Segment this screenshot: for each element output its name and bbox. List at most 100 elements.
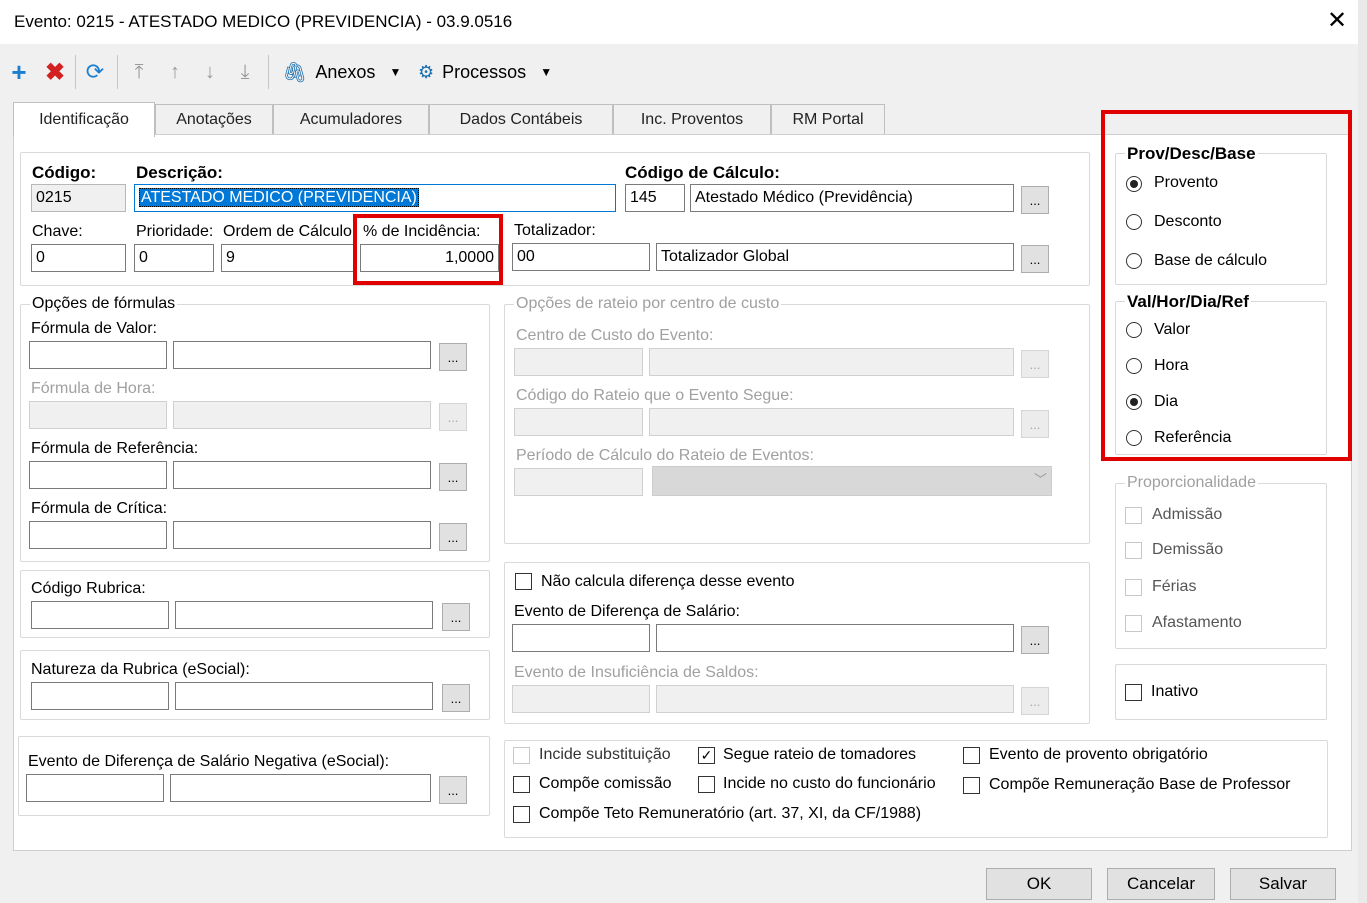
insuficiencia-label: Evento de Insuficiência de Saldos:	[514, 664, 759, 681]
incide-custo-checkbox[interactable]	[698, 776, 715, 793]
prioridade-label: Prioridade:	[136, 223, 214, 240]
toolbar-separator	[75, 55, 76, 89]
codigo-calculo-description[interactable]: Atestado Médico (Previdência)	[690, 184, 1014, 212]
codigo-rubrica-label: Código Rubrica:	[31, 580, 146, 597]
compoe-remuneracao-label: Compõe Remuneração Base de Professor	[989, 776, 1291, 793]
natureza-rubrica-label: Natureza da Rubrica (eSocial):	[31, 661, 250, 678]
delete-icon[interactable]: ✖	[42, 57, 68, 87]
codigo-rubrica-description[interactable]	[175, 601, 433, 629]
inativo-group	[1115, 664, 1327, 720]
nao-calcula-label: Não calcula diferença desse evento	[541, 573, 795, 590]
tab-rm-portal[interactable]: RM Portal	[771, 104, 885, 135]
descricao-field[interactable]: ATESTADO MEDICO (PREVIDENCIA)	[134, 184, 616, 212]
compoe-remuneracao-checkbox[interactable]	[963, 777, 980, 794]
tab-anotacoes[interactable]: Anotações	[155, 104, 273, 135]
incide-substituicao-checkbox	[513, 747, 530, 764]
processos-button[interactable]: ⚙ Processos ▼	[418, 57, 568, 87]
formula-referencia-code[interactable]	[29, 461, 167, 489]
gear-icon: ⚙	[418, 61, 435, 82]
formula-referencia-lookup-button[interactable]: ...	[439, 463, 467, 491]
admissao-label: Admissão	[1152, 506, 1223, 523]
formula-referencia-label: Fórmula de Referência:	[31, 440, 199, 457]
ok-button[interactable]: OK	[986, 868, 1092, 900]
compoe-teto-label: Compõe Teto Remuneratório (art. 37, XI, …	[539, 805, 922, 822]
compoe-comissao-checkbox[interactable]	[513, 776, 530, 793]
codigo-calculo-field[interactable]: 145	[625, 184, 685, 212]
formula-hora-label: Fórmula de Hora:	[31, 380, 156, 397]
codigo-calculo-label: Código de Cálculo:	[625, 163, 780, 182]
totalizador-description[interactable]: Totalizador Global	[656, 243, 1014, 271]
ferias-checkbox	[1125, 579, 1142, 596]
formula-hora-description	[173, 401, 431, 429]
totalizador-field[interactable]: 00	[512, 243, 650, 271]
centro-custo-description	[649, 348, 1014, 376]
demissao-label: Demissão	[1152, 541, 1224, 558]
paperclip-icon: 🖇	[282, 61, 308, 84]
ferias-label: Férias	[1152, 578, 1197, 595]
add-icon[interactable]: +	[6, 57, 32, 87]
formula-valor-code[interactable]	[29, 341, 167, 369]
codigo-rubrica-code[interactable]	[31, 601, 169, 629]
diferenca-negativa-lookup-button[interactable]: ...	[439, 776, 467, 804]
close-icon[interactable]: ✕	[1323, 6, 1351, 36]
move-last-icon[interactable]: ⤓	[232, 57, 258, 87]
chave-label: Chave:	[32, 223, 83, 240]
formula-critica-description[interactable]	[173, 521, 431, 549]
codigo-label: Código:	[32, 163, 97, 182]
tab-inc-proventos[interactable]: Inc. Proventos	[613, 104, 771, 135]
formula-critica-code[interactable]	[29, 521, 167, 549]
totalizador-lookup-button[interactable]: ...	[1021, 245, 1049, 273]
formula-hora-lookup-button: ...	[439, 403, 467, 431]
inativo-label: Inativo	[1151, 683, 1199, 700]
insuficiencia-code	[512, 685, 650, 713]
prioridade-field[interactable]: 0	[134, 244, 214, 272]
codigo-rateio-label: Código do Rateio que o Evento Segue:	[516, 387, 794, 404]
salvar-button[interactable]: Salvar	[1230, 868, 1336, 900]
tab-identificacao[interactable]: Identificação	[13, 102, 155, 137]
totalizador-label: Totalizador:	[514, 222, 596, 239]
move-down-icon[interactable]: ↓	[197, 57, 223, 87]
natureza-rubrica-lookup-button[interactable]: ...	[442, 684, 470, 712]
chave-field[interactable]: 0	[31, 244, 126, 272]
formula-valor-label: Fórmula de Valor:	[31, 320, 157, 337]
move-up-icon[interactable]: ↑	[162, 57, 188, 87]
move-first-icon[interactable]: ⤒	[126, 57, 152, 87]
natureza-rubrica-description[interactable]	[175, 682, 433, 710]
inativo-checkbox[interactable]	[1125, 684, 1142, 701]
formula-critica-lookup-button[interactable]: ...	[439, 523, 467, 551]
evento-diferenca-lookup-button[interactable]: ...	[1021, 626, 1049, 654]
centro-custo-lookup-button: ...	[1021, 350, 1049, 378]
codigo-calculo-lookup-button[interactable]: ...	[1021, 186, 1049, 214]
tab-dados-contabeis[interactable]: Dados Contábeis	[429, 104, 613, 135]
evento-diferenca-description[interactable]	[656, 624, 1014, 652]
formula-referencia-description[interactable]	[173, 461, 431, 489]
segue-rateio-checkbox[interactable]: ✓	[698, 747, 715, 764]
afastamento-label: Afastamento	[1152, 614, 1242, 631]
compoe-teto-checkbox[interactable]	[513, 806, 530, 823]
diferenca-negativa-description[interactable]	[170, 774, 431, 802]
codigo-rubrica-lookup-button[interactable]: ...	[442, 603, 470, 631]
compoe-comissao-label: Compõe comissão	[539, 775, 672, 792]
evento-diferenca-code[interactable]	[512, 624, 650, 652]
tab-acumuladores[interactable]: Acumuladores	[273, 104, 429, 135]
nao-calcula-checkbox[interactable]	[515, 573, 532, 590]
processos-label: Processos	[442, 61, 527, 82]
codigo-field[interactable]: 0215	[31, 184, 126, 212]
insuficiencia-description	[656, 685, 1014, 713]
formula-valor-description[interactable]	[173, 341, 431, 369]
anexos-button[interactable]: 🖇 Anexos ▼	[282, 57, 402, 87]
formula-valor-lookup-button[interactable]: ...	[439, 343, 467, 371]
toolbar-separator	[268, 55, 269, 89]
cancelar-button[interactable]: Cancelar	[1107, 868, 1215, 900]
natureza-rubrica-code[interactable]	[31, 682, 169, 710]
refresh-icon[interactable]: ⟳	[82, 57, 108, 87]
evento-obrigatorio-label: Evento de provento obrigatório	[989, 746, 1208, 763]
diferenca-negativa-code[interactable]	[26, 774, 164, 802]
ordem-calculo-field[interactable]: 9	[221, 244, 357, 272]
descricao-selected-text: ATESTADO MEDICO (PREVIDENCIA)	[139, 188, 419, 207]
anexos-label: Anexos	[315, 61, 376, 82]
formula-hora-code	[29, 401, 167, 429]
evento-obrigatorio-checkbox[interactable]	[963, 747, 980, 764]
rateio-legend: Opções de rateio por centro de custo	[514, 295, 782, 313]
centro-custo-code	[514, 348, 643, 376]
